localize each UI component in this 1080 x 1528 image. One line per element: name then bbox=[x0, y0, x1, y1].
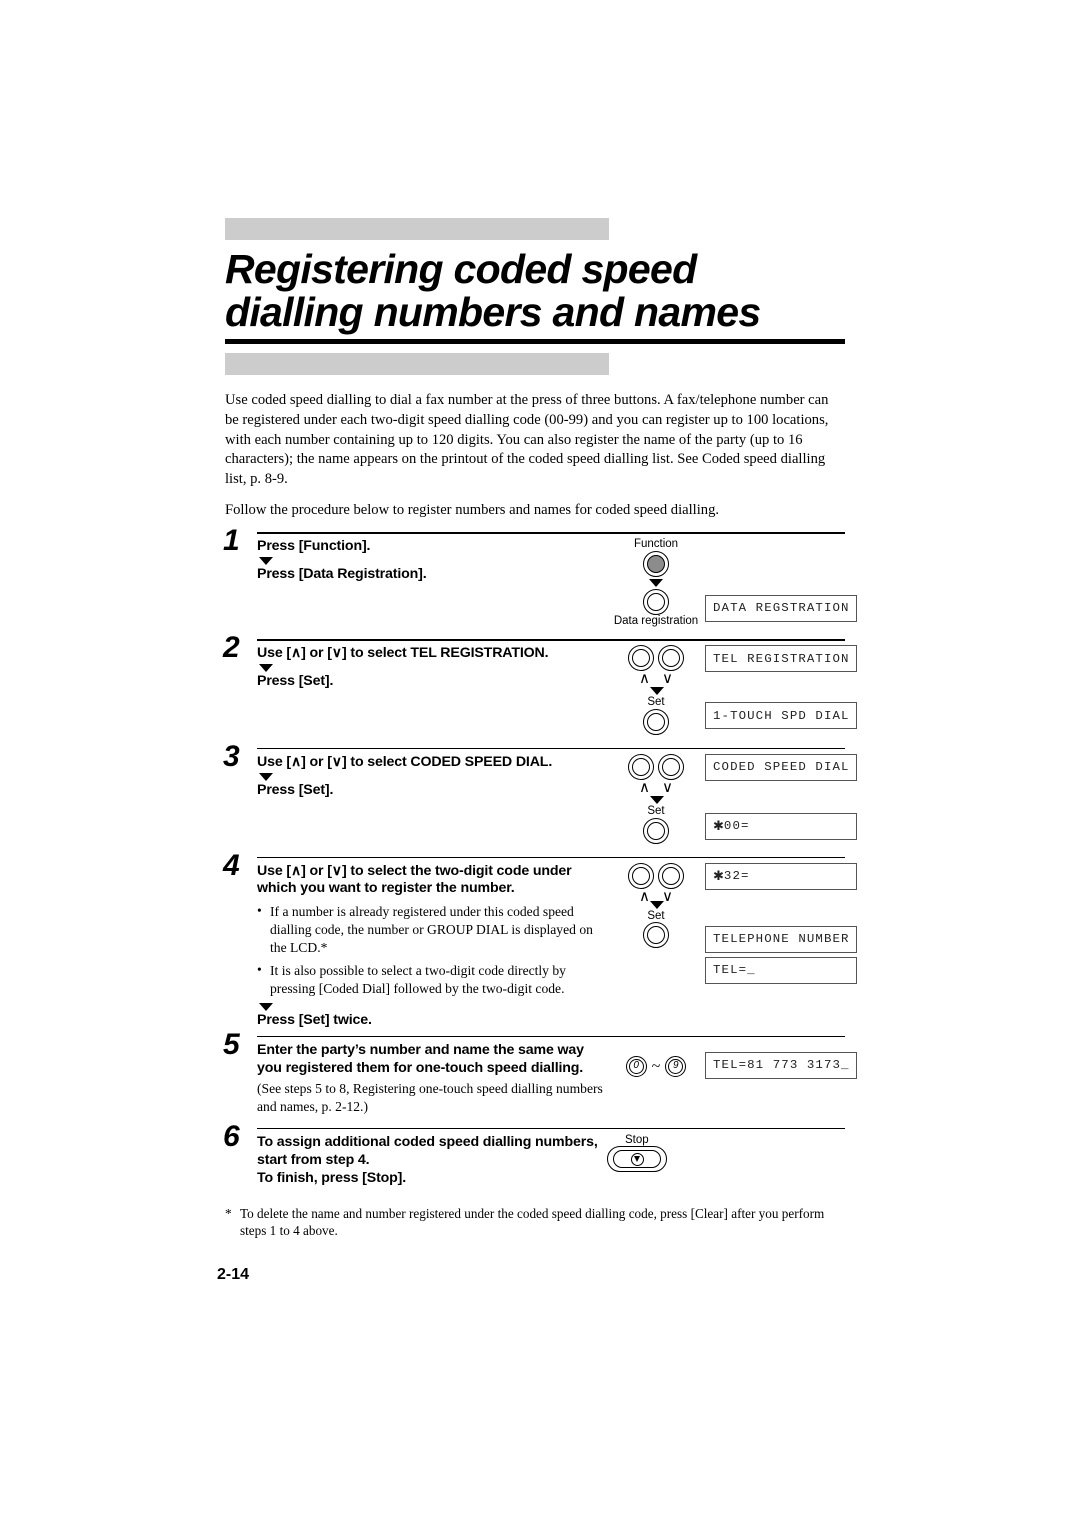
title-divider bbox=[225, 338, 845, 344]
asterisk-icon: ✱ bbox=[713, 868, 724, 884]
document-page: Registering coded speed dialling numbers… bbox=[0, 0, 1080, 1528]
down-arrow-button[interactable] bbox=[658, 645, 684, 672]
lcd-display: CODED SPEED DIAL bbox=[705, 753, 857, 781]
decorative-gray-bar-top bbox=[225, 218, 610, 240]
data-registration-button[interactable] bbox=[643, 588, 669, 615]
page-title: Registering coded speed dialling numbers… bbox=[225, 246, 761, 336]
decorative-gray-bar-bottom bbox=[225, 352, 610, 375]
step-4-instruction-1: Use [∧] or [∨] to select the two-digit c… bbox=[257, 862, 572, 897]
up-arrow-icon: ∧ bbox=[639, 887, 650, 905]
function-button[interactable] bbox=[643, 550, 669, 577]
flow-arrow-icon bbox=[259, 772, 273, 781]
lcd-display: TEL=81 773 3173_ bbox=[705, 1051, 857, 1079]
step-4-note-2: It is also possible to select a two-digi… bbox=[257, 961, 607, 998]
step-6-instruction-2: To finish, press [Stop]. bbox=[257, 1169, 407, 1186]
step-4: 4 Use [∧] or [∨] to select the two-digit… bbox=[223, 850, 857, 1030]
step-2-instruction-1: Use [∧] or [∨] to select TEL REGISTRATIO… bbox=[257, 645, 549, 662]
up-arrow-icon: ∧ bbox=[639, 670, 650, 688]
flow-arrow-icon bbox=[259, 664, 273, 673]
flow-arrow-icon bbox=[650, 900, 664, 909]
flow-arrow-icon bbox=[650, 795, 664, 804]
stop-triangle-icon bbox=[630, 1152, 644, 1166]
step-number: 4 bbox=[223, 848, 240, 882]
keypad-9-label: 9 bbox=[668, 1058, 684, 1074]
keypad-range-separator: ~ bbox=[651, 1057, 661, 1075]
keypad-9-button[interactable]: 9 bbox=[665, 1055, 687, 1077]
asterisk-icon: ✱ bbox=[713, 818, 724, 834]
flow-arrow-icon bbox=[259, 1003, 273, 1011]
flow-arrow-icon bbox=[649, 578, 663, 587]
up-arrow-button[interactable] bbox=[628, 753, 654, 780]
step-3-instruction-1: Use [∧] or [∨] to select CODED SPEED DIA… bbox=[257, 753, 553, 770]
up-arrow-button[interactable] bbox=[628, 862, 654, 889]
down-arrow-icon: ∨ bbox=[662, 670, 673, 688]
step-5-note: (See steps 5 to 8, Registering one-touch… bbox=[257, 1080, 603, 1114]
step-3-instruction-2: Press [Set]. bbox=[257, 781, 334, 798]
step-5-instruction-1: Enter the party’s number and name the sa… bbox=[257, 1041, 584, 1076]
step-2-instruction-2: Press [Set]. bbox=[257, 673, 334, 690]
set-button[interactable] bbox=[643, 817, 669, 844]
keypad-0-label: 0 bbox=[628, 1058, 644, 1074]
step-number: 6 bbox=[223, 1119, 240, 1153]
step-number: 2 bbox=[223, 631, 240, 665]
step-3: 3 Use [∧] or [∨] to select CODED SPEED D… bbox=[223, 741, 857, 844]
step-2: 2 Use [∧] or [∨] to select TEL REGISTRAT… bbox=[223, 633, 857, 735]
keypad-0-button[interactable]: 0 bbox=[625, 1055, 647, 1077]
page-content: Registering coded speed dialling numbers… bbox=[217, 218, 857, 1284]
data-registration-key-label: Data registration bbox=[613, 614, 699, 627]
set-button[interactable] bbox=[643, 708, 669, 735]
page-number: 2-14 bbox=[217, 1265, 250, 1283]
step-4-notes: If a number is already registered under … bbox=[257, 902, 607, 998]
down-arrow-button[interactable] bbox=[658, 753, 684, 780]
step-5: 5 Enter the party’s number and name the … bbox=[223, 1029, 857, 1116]
down-arrow-icon: ∨ bbox=[662, 778, 673, 796]
step-4-note-1: If a number is already registered under … bbox=[257, 902, 607, 957]
lcd-display: ✱ 00= bbox=[705, 812, 857, 840]
flow-arrow-icon bbox=[259, 556, 273, 565]
step-number: 3 bbox=[223, 739, 240, 773]
flow-arrow-icon bbox=[650, 687, 664, 696]
step-number: 1 bbox=[223, 523, 240, 557]
intro-paragraph-2: Follow the procedure below to register n… bbox=[225, 502, 720, 519]
down-arrow-button[interactable] bbox=[658, 862, 684, 889]
set-key-label: Set bbox=[647, 909, 665, 922]
intro-paragraph-1: Use coded speed dialling to dial a fax n… bbox=[225, 391, 829, 488]
up-arrow-button[interactable] bbox=[628, 645, 654, 672]
lcd-display: DATA REGSTRATION bbox=[705, 594, 857, 622]
lcd-display: ✱ 32= bbox=[705, 862, 857, 890]
set-key-label: Set bbox=[647, 696, 665, 709]
step-6-instruction-1: To assign additional coded speed diallin… bbox=[257, 1133, 598, 1168]
up-arrow-icon: ∧ bbox=[639, 778, 650, 796]
set-key-label: Set bbox=[647, 804, 665, 817]
lcd-code-value: 32= bbox=[723, 869, 750, 884]
step-1-instruction-2: Press [Data Registration]. bbox=[257, 565, 427, 582]
step-6: 6 To assign additional coded speed diall… bbox=[223, 1121, 845, 1188]
function-key-label: Function bbox=[633, 537, 679, 550]
lcd-display: TEL REGISTRATION bbox=[705, 645, 857, 673]
set-button[interactable] bbox=[643, 922, 669, 949]
lcd-display: TELEPHONE NUMBER bbox=[705, 925, 857, 953]
step-4-instruction-2: Press [Set] twice. bbox=[257, 1012, 372, 1028]
step-1: 1 Press [Function]. Press [Data Registra… bbox=[223, 525, 857, 627]
lcd-display: 1-TOUCH SPD DIAL bbox=[705, 702, 857, 730]
footnote: To delete the name and number registered… bbox=[225, 1205, 845, 1240]
intro-text: Use coded speed dialling to dial a fax n… bbox=[225, 391, 845, 521]
lcd-display: TEL=_ bbox=[705, 956, 857, 984]
stop-button[interactable] bbox=[607, 1146, 667, 1173]
step-1-instruction-1: Press [Function]. bbox=[257, 537, 371, 554]
lcd-code-value: 00= bbox=[723, 819, 750, 834]
step-number: 5 bbox=[223, 1027, 240, 1061]
stop-key-label: Stop bbox=[625, 1133, 649, 1146]
